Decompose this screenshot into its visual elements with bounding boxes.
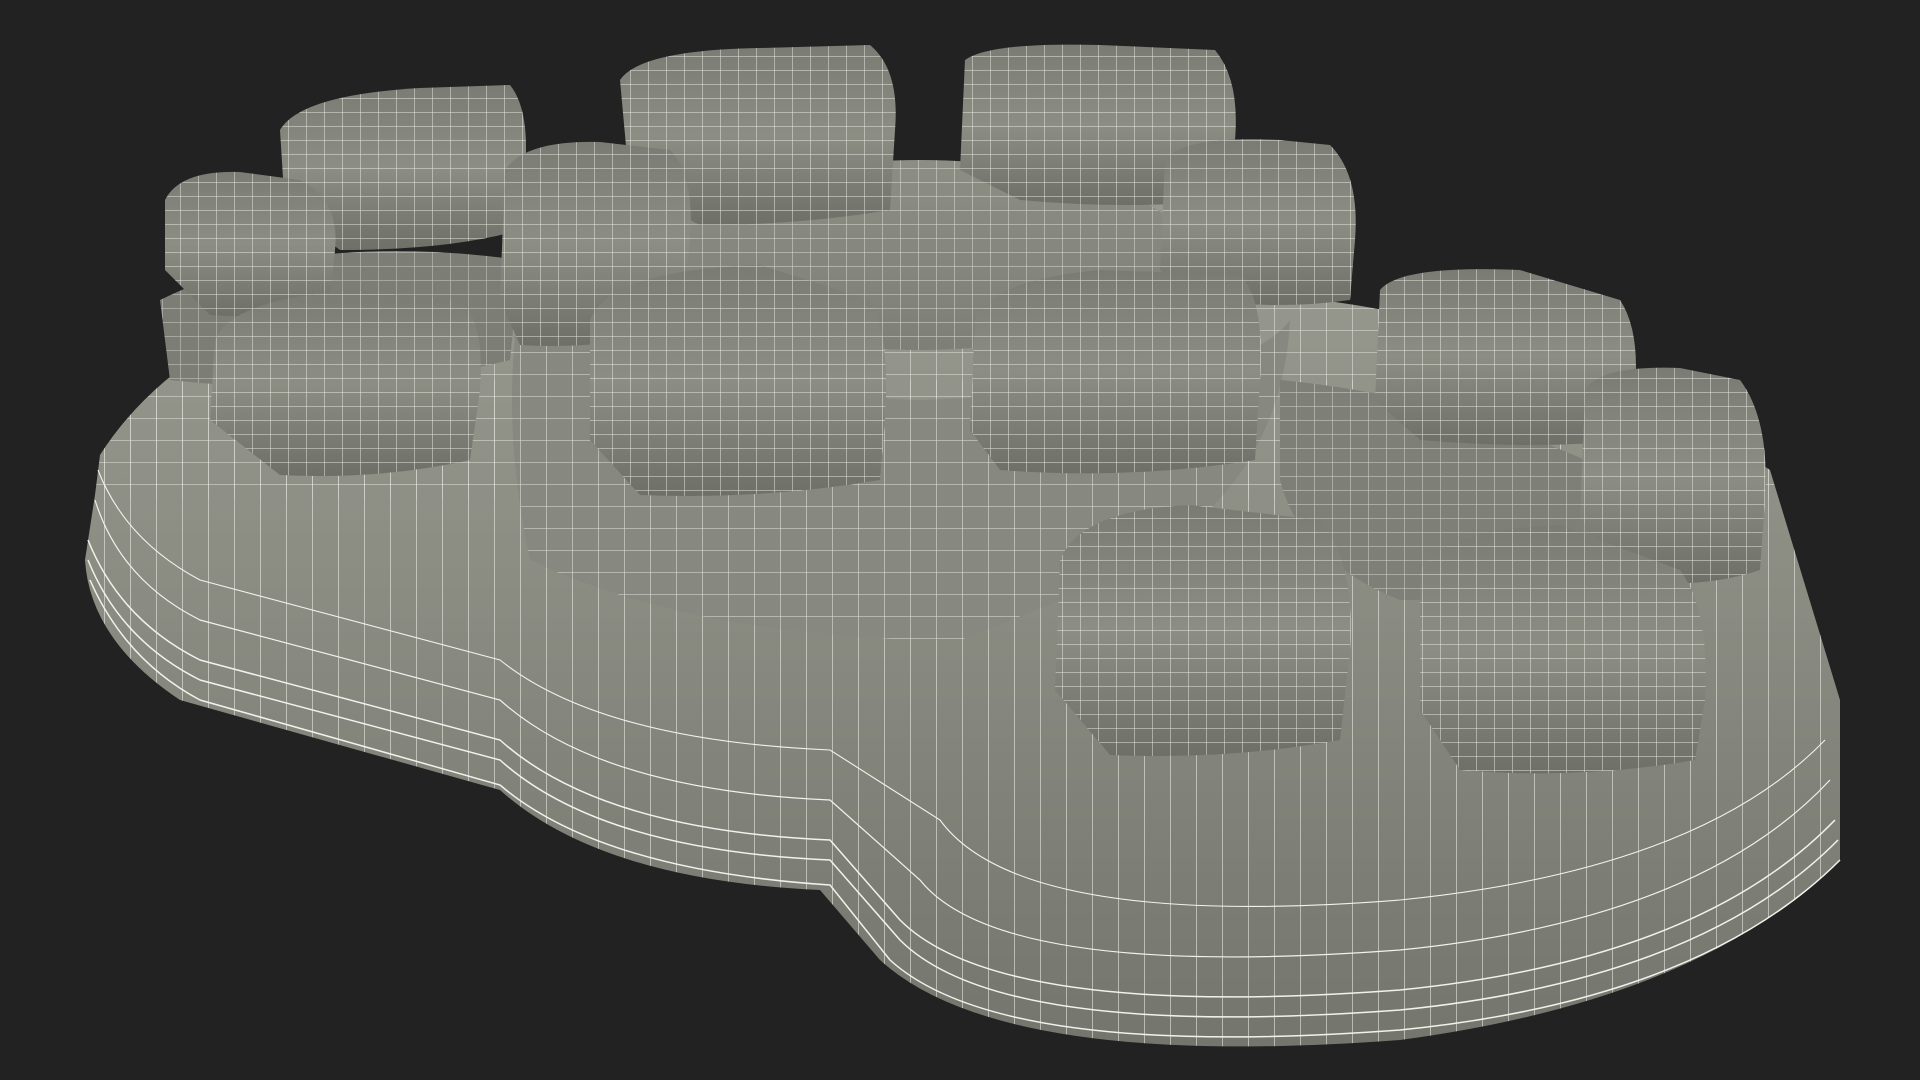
- merlon-front-center-left: [590, 265, 886, 496]
- merlon-front-center-right: [970, 270, 1261, 474]
- merlon-front-right-a: [1055, 505, 1351, 756]
- merlon-left-rear: [165, 171, 336, 316]
- wireframe-model: [85, 44, 1841, 1047]
- merlon-front-left: [210, 290, 481, 476]
- render-viewport: [0, 0, 1920, 1080]
